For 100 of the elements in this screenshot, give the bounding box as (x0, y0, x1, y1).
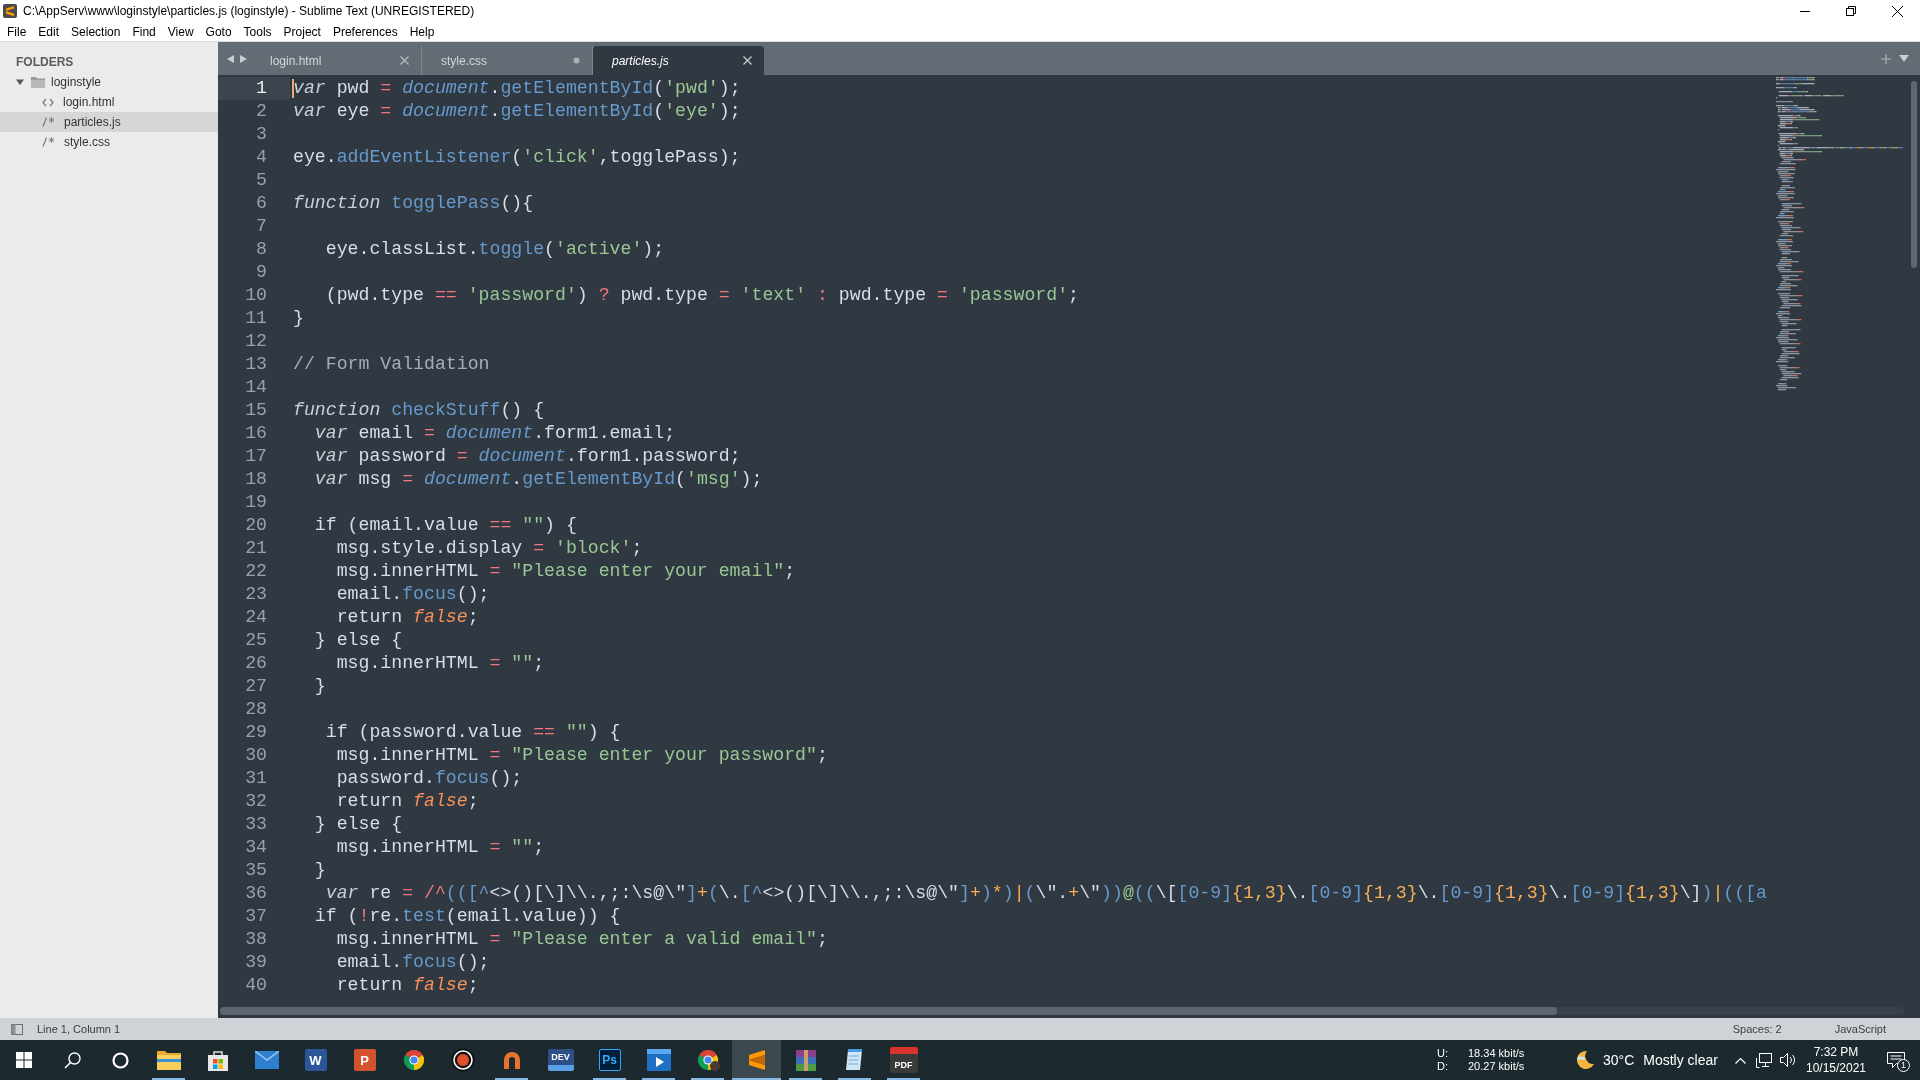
record-icon (450, 1048, 475, 1072)
tree-item[interactable]: login.html (0, 92, 218, 112)
indentation-setting[interactable]: Spaces: 2 (1732, 1020, 1782, 1038)
folder-item[interactable]: loginstyle (0, 72, 218, 92)
close-icon[interactable] (743, 56, 752, 65)
line-number: 12 (245, 330, 267, 353)
menu-item[interactable]: Find (126, 22, 162, 41)
tab[interactable]: particles.js (593, 46, 764, 75)
code-line: } (314, 675, 326, 698)
line-number: 11 (245, 307, 267, 330)
menu-item[interactable]: Goto (199, 22, 238, 41)
monitor-icon (1756, 1052, 1772, 1068)
code-line: return false; (336, 606, 479, 629)
line-number: 7 (256, 215, 267, 238)
code-line: var pwd = document.getElementById('pwd'); (293, 77, 741, 100)
taskbar-button[interactable]: P (340, 1040, 389, 1080)
line-number: 2 (256, 100, 267, 123)
folder-icon (31, 76, 45, 88)
scroll-thumb[interactable] (220, 1007, 1557, 1015)
sidebar-heading: FOLDERS (16, 54, 75, 70)
code-line: if (email.value == "") { (314, 514, 577, 537)
line-number: 40 (245, 974, 267, 997)
code-line: var re = /^(([^<>()[\]\\.,;:\s@\"]+(\.[^<>()[\]\\.,;:\s@\"]+)*)|(\".+\"))@((\[[0-9]{1,3}\.[0-9]{1,3}\.[0-9]{1,3}\.[0-9]{1,3}\])|(([a (325, 882, 1767, 905)
code-line: msg.innerHTML = ""; (336, 836, 545, 859)
menu-item[interactable]: Edit (32, 22, 66, 41)
download-speed: 20.27 kbit/s (1468, 1060, 1526, 1073)
line-number: 13 (245, 353, 267, 376)
restore-icon (1846, 6, 1856, 16)
code-line: var password = document.form1.password; (314, 445, 741, 468)
envelope-icon (254, 1051, 279, 1069)
code-line: msg.innerHTML = ""; (336, 652, 545, 675)
code-line: if (!re.test(email.value)) { (314, 905, 621, 928)
code-line: eye.addEventListener('click',togglePass); (293, 146, 741, 169)
menu-item[interactable]: Preferences (326, 22, 404, 41)
code-line: var eye = document.getElementById('eye'); (293, 100, 741, 123)
line-number: 32 (245, 790, 267, 813)
slash-asterisk-icon (42, 117, 55, 127)
menu-item[interactable]: File (1, 22, 33, 41)
app-logo-icon (3, 4, 17, 18)
code-line: if (password.value == "") { (325, 721, 621, 744)
taskbar-button[interactable]: W (291, 1040, 340, 1080)
circle-segments-icon (401, 1048, 426, 1072)
menu-item[interactable]: Tools (237, 22, 278, 41)
code-line: email.focus(); (336, 583, 490, 606)
line-number: 34 (245, 836, 267, 859)
menu-item[interactable]: Selection (65, 22, 127, 41)
taskbar-button[interactable]: PDF (879, 1040, 928, 1080)
line-number: 6 (256, 192, 267, 215)
line-number: 39 (245, 951, 267, 974)
menu-item[interactable]: Help (403, 22, 441, 41)
notification-count: 1 (1897, 1059, 1910, 1072)
line-number: 10 (245, 284, 267, 307)
speaker-icon (1780, 1053, 1796, 1067)
weather-condition: Mostly clear (1643, 1050, 1718, 1070)
taskbar-button[interactable]: DEV (536, 1040, 585, 1080)
clock-date: 10/15/2021 (1805, 1060, 1867, 1076)
code-line: } else { (314, 629, 403, 652)
code-line: email.focus(); (336, 951, 490, 974)
menu-item[interactable]: View (161, 22, 200, 41)
line-number: 31 (245, 767, 267, 790)
ring-icon (111, 1051, 129, 1069)
line-number: 27 (245, 675, 267, 698)
line-number: 19 (245, 491, 267, 514)
code-line: msg.innerHTML = "Please enter your password"; (336, 744, 828, 767)
message-icon (1887, 1052, 1905, 1068)
panel-icon[interactable] (11, 1023, 23, 1035)
code-line: } else { (314, 813, 403, 836)
moon-cloud-icon (1574, 1049, 1596, 1071)
circle-segments-icon (695, 1048, 720, 1072)
line-number: 14 (245, 376, 267, 399)
code-line: var email = document.form1.email; (314, 422, 676, 445)
line-number: 35 (245, 859, 267, 882)
tree-item[interactable]: style.css (0, 132, 218, 152)
line-number: 26 (245, 652, 267, 675)
upload-label: U: (1437, 1047, 1449, 1060)
line-number: 5 (256, 169, 267, 192)
line-number: 28 (245, 698, 267, 721)
taskbar-button[interactable]: Ps (585, 1040, 634, 1080)
menu-item[interactable]: Project (277, 22, 327, 41)
notifications-button[interactable]: 1 (1872, 1040, 1920, 1080)
cursor-position: Line 1, Column 1 (37, 1021, 121, 1037)
line-number: 38 (245, 928, 267, 951)
window-grid-icon (16, 1052, 32, 1068)
line-number: 9 (256, 261, 267, 284)
syntax-setting[interactable]: JavaScript (1834, 1020, 1886, 1038)
code-line: function checkStuff() { (293, 399, 545, 422)
search-icon (63, 1051, 81, 1069)
tree-item[interactable]: particles.js (0, 112, 218, 132)
download-label: D: (1437, 1060, 1449, 1073)
line-number: 22 (245, 560, 267, 583)
line-number: 15 (245, 399, 267, 422)
upload-speed: 18.34 kbit/s (1468, 1047, 1526, 1060)
code-line: eye.classList.toggle('active'); (325, 238, 665, 261)
line-number: 20 (245, 514, 267, 537)
code-line: msg.style.display = 'block'; (336, 537, 643, 560)
scroll-thumb[interactable] (1910, 81, 1917, 268)
shopping-bag-icon (206, 1049, 229, 1071)
line-number: 8 (256, 238, 267, 261)
line-number: 29 (245, 721, 267, 744)
line-number: 33 (245, 813, 267, 836)
